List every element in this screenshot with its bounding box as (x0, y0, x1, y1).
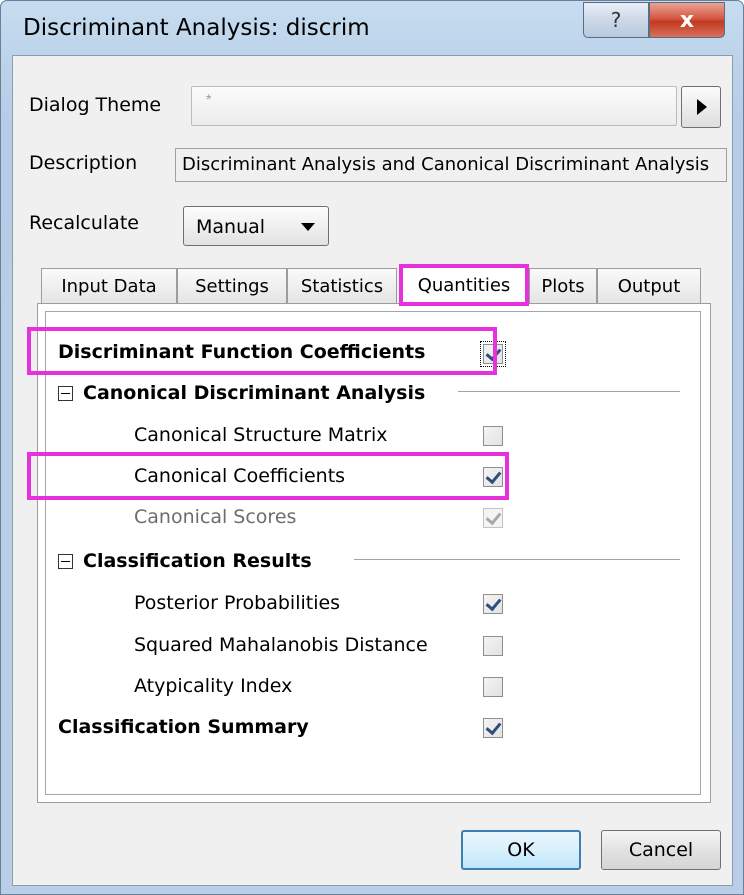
canonical-structure-matrix-checkbox[interactable] (483, 426, 503, 446)
classification-summary-checkbox[interactable] (483, 718, 503, 738)
tab-input-data[interactable]: Input Data (41, 268, 177, 304)
atypicality-index-checkbox[interactable] (483, 677, 503, 697)
help-icon: ? (610, 8, 622, 32)
canonical-section-header[interactable]: Canonical Discriminant Analysis (58, 382, 425, 404)
cancel-button[interactable]: Cancel (601, 830, 721, 870)
discriminant-function-coefficients-label: Discriminant Function Coefficients (58, 341, 426, 363)
tab-output[interactable]: Output (597, 268, 701, 304)
dialog-theme-label: Dialog Theme (29, 94, 162, 116)
collapse-icon[interactable] (58, 385, 73, 401)
canonical-scores-checkbox (483, 508, 503, 528)
quantities-panel: Discriminant Function Coefficients Canon… (37, 303, 711, 803)
recalculate-label: Recalculate (29, 212, 139, 234)
title-bar[interactable]: Discriminant Analysis: discrim ? x (1, 1, 743, 53)
close-icon: x (679, 7, 695, 33)
dialog-window: Discriminant Analysis: discrim ? x Dialo… (0, 0, 744, 895)
posterior-probabilities-checkbox[interactable] (483, 594, 503, 614)
tab-settings[interactable]: Settings (177, 268, 287, 304)
classification-section-label: Classification Results (83, 550, 312, 572)
theme-menu-button[interactable] (681, 86, 721, 128)
close-button[interactable]: x (649, 2, 725, 38)
atypicality-index-label: Atypicality Index (134, 675, 293, 697)
description-label: Description (29, 152, 138, 174)
dialog-body: Dialog Theme * Description Discriminant … (12, 55, 733, 886)
canonical-scores-label: Canonical Scores (134, 506, 297, 528)
canonical-coefficients-label: Canonical Coefficients (134, 465, 346, 487)
canonical-structure-matrix-label: Canonical Structure Matrix (134, 424, 388, 446)
squared-mahalanobis-distance-checkbox[interactable] (483, 636, 503, 656)
description-field[interactable]: Discriminant Analysis and Canonical Disc… (175, 148, 727, 182)
tab-plots[interactable]: Plots (529, 268, 597, 304)
classification-summary-label: Classification Summary (58, 716, 309, 738)
help-button[interactable]: ? (583, 2, 649, 38)
section-divider (354, 559, 680, 561)
recalculate-selected: Manual (196, 216, 266, 238)
classification-section-header[interactable]: Classification Results (58, 550, 312, 572)
ok-button[interactable]: OK (461, 830, 581, 870)
tab-statistics[interactable]: Statistics (287, 268, 397, 304)
discriminant-function-coefficients-checkbox[interactable] (480, 341, 506, 367)
collapse-icon[interactable] (58, 553, 73, 569)
canonical-section-label: Canonical Discriminant Analysis (83, 382, 426, 404)
squared-mahalanobis-distance-label: Squared Mahalanobis Distance (134, 634, 428, 656)
canonical-coefficients-checkbox[interactable] (483, 467, 503, 487)
dialog-theme-field[interactable]: * (191, 86, 677, 126)
recalculate-dropdown[interactable]: Manual (183, 206, 329, 246)
section-divider (458, 391, 680, 393)
triangle-right-icon (697, 99, 707, 115)
tab-quantities[interactable]: Quantities (399, 264, 529, 306)
dialog-theme-value: * (206, 91, 212, 107)
posterior-probabilities-label: Posterior Probabilities (134, 592, 341, 614)
window-title: Discriminant Analysis: discrim (23, 15, 370, 41)
quantities-tree: Discriminant Function Coefficients Canon… (45, 311, 701, 795)
chevron-down-icon (301, 223, 315, 231)
